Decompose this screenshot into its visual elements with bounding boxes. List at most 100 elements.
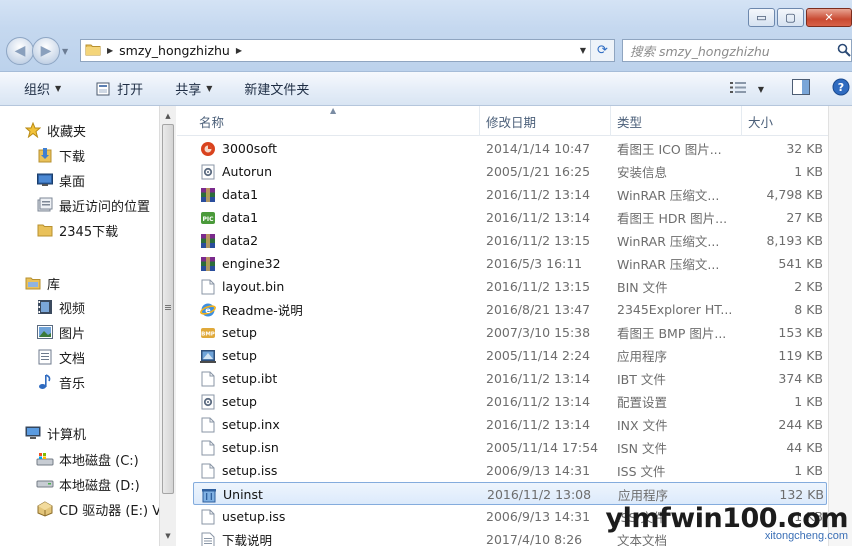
nav-drive-e[interactable]: CD 驱动器 (E:) V [36,498,161,520]
open-button[interactable]: 打开 [94,72,143,106]
table-row[interactable]: data1 2016/11/2 13:14 WinRAR 压缩文... 4,798 K… [193,183,827,206]
file-name-cell[interactable]: PIC data1 [199,206,479,229]
file-list-scrollbar[interactable] [828,106,852,546]
back-button[interactable]: ◀ [6,37,34,65]
table-row[interactable]: layout.bin 2016/11/2 13:15 BIN 文件 2 KB [193,275,827,298]
search-input[interactable]: 搜索 smzy_hongzhizhu [622,39,852,62]
file-date: 2016/11/2 13:08 [487,487,592,502]
file-name-cell[interactable]: 下载说明 [199,528,479,546]
nav-downloads[interactable]: 下载 [36,144,85,166]
table-row[interactable]: setup.iss 2006/9/13 14:31 ISS 文件 1 KB [193,459,827,482]
file-size: 1 KB [794,164,823,179]
organize-button[interactable]: 组织 ▼ [24,72,61,106]
file-name: layout.bin [222,279,285,294]
close-button[interactable]: ✕ [806,8,852,27]
table-row[interactable]: setup.isn 2005/11/14 17:54 ISN 文件 44 KB [193,436,827,459]
file-name-cell[interactable]: setup [199,390,479,413]
preview-pane-button[interactable] [792,72,810,106]
nav-music[interactable]: 音乐 [36,371,85,393]
nav-pane-scrollbar[interactable]: ▲ ▼ [159,106,176,546]
table-row[interactable]: BMP setup 2007/3/10 15:38 看图王 BMP 图片... 153 … [193,321,827,344]
forward-arrow-icon: ▶ [40,43,52,59]
refresh-icon[interactable]: ⟳ [590,40,614,61]
file-name: usetup.iss [222,509,286,524]
file-name-cell[interactable]: data2 [199,229,479,252]
file-type: ISN 文件 [617,441,667,456]
table-row[interactable]: engine32 2016/5/3 16:11 WinRAR 压缩文... 541 K… [193,252,827,275]
search-icon[interactable] [837,43,851,61]
nav-documents[interactable]: 文档 [36,346,85,368]
table-row[interactable]: setup.inx 2016/11/2 13:14 INX 文件 244 KB [193,413,827,436]
folder-icon [36,222,54,238]
nav-favorites[interactable]: 收藏夹 [24,119,86,141]
breadcrumb-separator-icon[interactable]: ▶ [107,46,113,55]
new-folder-label: 新建文件夹 [244,83,310,98]
new-folder-button[interactable]: 新建文件夹 [244,72,309,106]
table-row[interactable]: e Readme-说明 2016/8/21 13:47 2345Explorer HT… [193,298,827,321]
table-row[interactable]: 3000soft 2014/1/14 10:47 看图王 ICO 图片... 32 K… [193,137,827,160]
nav-computer[interactable]: 计算机 [24,422,86,444]
scroll-down-icon[interactable]: ▼ [160,528,176,544]
document-library-icon [36,349,54,365]
file-name-cell[interactable]: BMP setup [199,321,479,344]
file-name-cell[interactable]: layout.bin [199,275,479,298]
view-list-icon [729,81,746,98]
forward-button[interactable]: ▶ [32,37,60,65]
file-name-cell[interactable]: setup.iss [199,459,479,482]
file-name-cell[interactable]: 3000soft [199,137,479,160]
change-view-button[interactable]: ▼ [729,72,764,106]
nav-libraries[interactable]: 库 [24,272,60,294]
address-history-dropdown[interactable]: ▼ [580,46,586,55]
breadcrumb-current-folder[interactable]: smzy_hongzhizhu [119,43,230,58]
file-name-cell[interactable]: setup.inx [199,413,479,436]
file-size: 119 KB [778,348,823,363]
file-name-cell[interactable]: data1 [199,183,479,206]
nav-scroll-thumb[interactable] [162,124,174,494]
table-row[interactable]: Autorun 2005/1/21 16:25 安装信息 1 KB [193,160,827,183]
nav-recent-places[interactable]: 最近访问的位置 [36,194,150,216]
file-name-cell[interactable]: usetup.iss [199,505,479,528]
file-type: ISS 文件 [617,464,666,479]
file-type: 应用程序 [617,349,668,364]
back-arrow-icon: ◀ [14,43,26,59]
table-row[interactable]: Uninst 2016/11/2 13:08 应用程序 132 KB [193,482,827,505]
share-button[interactable]: 共享 ▼ [175,72,212,106]
nav-pictures[interactable]: 图片 [36,321,85,343]
file-name-cell[interactable]: engine32 [199,252,479,275]
nav-drive-c[interactable]: 本地磁盘 (C:) [36,448,139,470]
bmp-image-icon: BMP [199,324,217,342]
breadcrumb-separator-icon[interactable]: ▶ [236,46,242,55]
file-name-cell[interactable]: setup.isn [199,436,479,459]
nav-drive-d[interactable]: 本地磁盘 (D:) [36,473,140,495]
nav-videos[interactable]: 视频 [36,296,85,318]
help-button[interactable]: ? [832,72,850,106]
nav-2345-downloads[interactable]: 2345下载 [36,219,118,241]
table-row[interactable]: data2 2016/11/2 13:15 WinRAR 压缩文... 8,193 K… [193,229,827,252]
table-row[interactable]: setup 2005/11/14 2:24 应用程序 119 KB [193,344,827,367]
column-size-label: 大小 [748,114,774,130]
file-name-cell[interactable]: Autorun [199,160,479,183]
file-type: INX 文件 [617,418,668,433]
column-header-size[interactable]: 大小 [742,106,828,136]
minimize-button[interactable]: ▭ [748,8,775,27]
scroll-up-icon[interactable]: ▲ [160,108,176,124]
file-date: 2016/11/2 13:14 [486,187,591,202]
cd-drive-icon [36,501,54,517]
address-bar[interactable]: ▶ smzy_hongzhizhu ▶ ▼ ⟳ [80,39,615,62]
nav-desktop[interactable]: 桌面 [36,169,85,191]
table-row[interactable]: PIC data1 2016/11/2 13:14 看图王 HDR 图片... 27 K… [193,206,827,229]
column-header-name[interactable]: 名称 [193,106,480,136]
file-name-cell[interactable]: setup [199,344,479,367]
maximize-button[interactable]: ▢ [777,8,804,27]
nav-favorites-label: 收藏夹 [47,124,87,140]
nav-drive-c-label: 本地磁盘 (C:) [59,453,139,469]
file-name-cell[interactable]: setup.ibt [199,367,479,390]
nav-downloads-label: 下载 [59,149,86,165]
file-name-cell[interactable]: e Readme-说明 [199,298,479,321]
table-row[interactable]: setup.ibt 2016/11/2 13:14 IBT 文件 374 KB [193,367,827,390]
recent-pages-dropdown[interactable]: ▼ [62,47,68,56]
column-header-date[interactable]: 修改日期 [480,106,611,136]
table-row[interactable]: setup 2016/11/2 13:14 配置设置 1 KB [193,390,827,413]
file-name-cell[interactable]: Uninst [200,483,480,506]
column-header-type[interactable]: 类型 [611,106,742,136]
